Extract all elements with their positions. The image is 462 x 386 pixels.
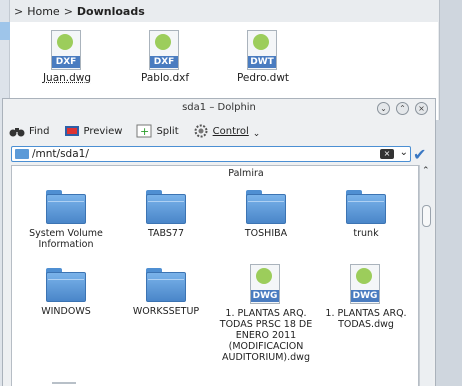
item-label: trunk bbox=[353, 228, 379, 239]
split-icon: + bbox=[136, 124, 152, 138]
control-label: Control bbox=[212, 125, 249, 137]
folder-icon bbox=[15, 149, 29, 159]
folder-item[interactable]: WORKSSETUP bbox=[116, 268, 216, 317]
close-icon[interactable]: × bbox=[415, 102, 428, 115]
folder-item[interactable]: System Volume Information bbox=[16, 190, 116, 250]
split-button[interactable]: + Split bbox=[136, 124, 179, 138]
folder-icon bbox=[346, 190, 386, 224]
chevron-down-icon[interactable]: ⌄ bbox=[400, 147, 408, 158]
item-label: System Volume Information bbox=[29, 228, 103, 250]
folder-icon bbox=[46, 190, 86, 224]
checkmark-icon[interactable]: ✔ bbox=[413, 145, 426, 164]
item-label: WINDOWS bbox=[41, 306, 91, 317]
file-item[interactable]: DWG 1. PLANTAS ARQ. TODAS.dwg bbox=[316, 264, 416, 330]
file-item-pedro[interactable]: DWT Pedro.dwt bbox=[228, 30, 298, 84]
file-view: Palmira System Volume Information TABS77… bbox=[11, 165, 419, 386]
file-item[interactable]: DWG 1. PLANTAS ARQ. TODAS PRSC 18 DE ENE… bbox=[216, 264, 316, 363]
folder-item[interactable]: WINDOWS bbox=[16, 268, 116, 317]
file-name: Pedro.dwt bbox=[236, 72, 290, 84]
location-bar[interactable]: /mnt/sda1/ × ⌄ bbox=[11, 146, 411, 162]
item-label: Palmira bbox=[228, 168, 264, 179]
control-button[interactable]: Control ⌄ bbox=[193, 123, 261, 139]
preview-label: Preview bbox=[83, 125, 123, 137]
item-label: 1. PLANTAS ARQ. TODAS.dwg bbox=[325, 308, 407, 330]
item-label: TABS77 bbox=[147, 228, 185, 239]
folder-icon bbox=[146, 190, 186, 224]
folder-item[interactable]: trunk bbox=[316, 190, 416, 239]
window-title: sda1 – Dolphin bbox=[182, 102, 256, 113]
binoculars-icon bbox=[9, 124, 25, 138]
dwg-file-icon: DWG bbox=[350, 264, 382, 304]
item-label: 1. PLANTAS ARQ. TODAS PRSC 18 DE ENERO 2… bbox=[219, 308, 313, 363]
partial-item[interactable]: Palmira bbox=[196, 166, 296, 179]
file-name: Pablo.dxf bbox=[140, 72, 190, 84]
split-label: Split bbox=[156, 125, 179, 137]
file-item-juan[interactable]: DXF Juan.dwg bbox=[32, 30, 102, 84]
breadcrumb-downloads[interactable]: Downloads bbox=[77, 5, 145, 18]
back-sidebar-highlight bbox=[0, 22, 10, 40]
scroll-handle[interactable] bbox=[422, 205, 431, 227]
svg-text:+: + bbox=[140, 125, 149, 138]
dolphin-window: sda1 – Dolphin ⌄ ⌃ × Find Preview + Spli… bbox=[2, 98, 436, 386]
folder-icon bbox=[146, 268, 186, 302]
vertical-scrollbar[interactable]: ⌃ bbox=[419, 165, 433, 386]
preview-button[interactable]: Preview bbox=[64, 124, 123, 138]
folder-icon bbox=[46, 268, 86, 302]
folder-item[interactable]: TABS77 bbox=[116, 190, 216, 239]
clear-icon[interactable]: × bbox=[380, 149, 394, 159]
folder-icon bbox=[246, 190, 286, 224]
find-button[interactable]: Find bbox=[9, 124, 50, 138]
breadcrumb-home[interactable]: Home bbox=[27, 5, 59, 18]
find-label: Find bbox=[29, 125, 50, 137]
dwg-file-icon: DWG bbox=[250, 264, 282, 304]
gear-icon bbox=[193, 124, 209, 138]
maximize-icon[interactable]: ⌃ bbox=[396, 102, 409, 115]
dwt-file-icon: DWT bbox=[247, 30, 279, 70]
scroll-up-icon[interactable]: ⌃ bbox=[422, 166, 430, 176]
chevron-down-icon: ⌄ bbox=[252, 129, 261, 139]
file-name: Juan.dwg bbox=[42, 72, 92, 84]
file-item-pablo[interactable]: DXF Pablo.dxf bbox=[130, 30, 200, 84]
preview-icon bbox=[64, 124, 80, 138]
minimize-icon[interactable]: ⌄ bbox=[377, 102, 390, 115]
chevron-right-icon: > bbox=[63, 4, 73, 18]
title-bar[interactable]: sda1 – Dolphin ⌄ ⌃ × bbox=[3, 99, 435, 119]
breadcrumb: > Home > Downloads bbox=[14, 2, 145, 20]
chevron-right-icon: > bbox=[14, 4, 24, 18]
item-label: TOSHIBA bbox=[244, 228, 288, 239]
item-label: WORKSSETUP bbox=[132, 306, 200, 317]
partial-item bbox=[52, 382, 76, 386]
dxf-file-icon: DXF bbox=[51, 30, 83, 70]
location-input[interactable]: /mnt/sda1/ bbox=[32, 148, 89, 160]
folder-item[interactable]: TOSHIBA bbox=[216, 190, 316, 239]
toolbar: Find Preview + Split Control ⌄ bbox=[3, 120, 435, 142]
dxf-file-icon: DXF bbox=[149, 30, 181, 70]
